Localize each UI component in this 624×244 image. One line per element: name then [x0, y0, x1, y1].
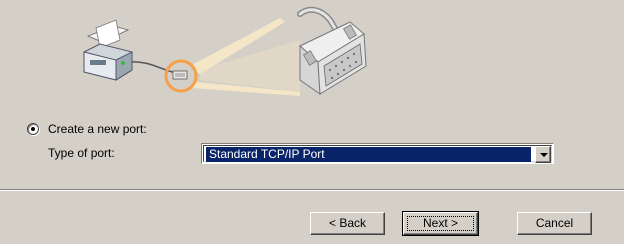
port-type-selected-value[interactable]: Standard TCP/IP Port [206, 147, 531, 162]
radio-selected-dot [31, 127, 35, 131]
db25-cable-plug-icon [297, 6, 367, 96]
create-port-option[interactable]: Create a new port: [27, 121, 147, 137]
wizard-content-panel: Create a new port: Type of port: Standar… [0, 0, 624, 189]
next-button[interactable]: Next > [402, 211, 479, 236]
create-port-label[interactable]: Create a new port: [48, 122, 147, 136]
back-button[interactable]: < Back [310, 212, 385, 235]
type-of-port-label: Type of port: [48, 146, 115, 160]
port-type-select[interactable]: Standard TCP/IP Port [201, 143, 554, 164]
focus-rectangle [407, 216, 474, 231]
chevron-down-icon [540, 153, 548, 157]
create-port-radio[interactable] [27, 123, 39, 135]
port-illustration [83, 6, 367, 96]
port-connector-icon [172, 70, 188, 80]
cancel-button[interactable]: Cancel [517, 212, 592, 235]
dropdown-button[interactable] [535, 146, 551, 163]
footer-separator [0, 189, 624, 191]
printer-icon [83, 19, 133, 81]
port-type-select-field[interactable]: Standard TCP/IP Port [203, 145, 552, 163]
